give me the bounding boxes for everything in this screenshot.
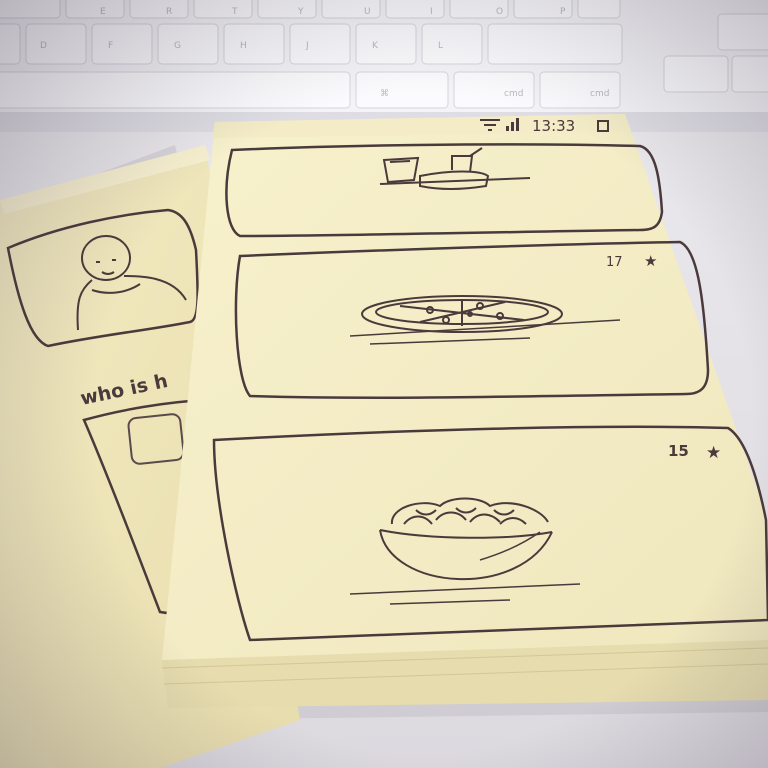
- svg-text:J: J: [305, 41, 309, 51]
- svg-text:cmd: cmd: [590, 89, 609, 99]
- card-3-rating: 15: [668, 442, 689, 460]
- svg-text:⌘: ⌘: [380, 89, 389, 99]
- svg-text:U: U: [364, 7, 371, 17]
- svg-text:★: ★: [644, 252, 657, 270]
- keyboard: FGH JKL D ERT YUI OP cmdcmd ⌘: [0, 0, 768, 132]
- svg-text:P: P: [560, 7, 566, 17]
- photo-scene: FGH JKL D ERT YUI OP cmdcmd ⌘ who is h 1…: [0, 0, 768, 768]
- svg-text:H: H: [240, 41, 247, 51]
- svg-text:I: I: [430, 7, 433, 17]
- card-2-rating: 17: [606, 255, 623, 270]
- svg-text:Y: Y: [297, 7, 304, 17]
- svg-text:D: D: [40, 41, 47, 51]
- svg-text:G: G: [174, 41, 181, 51]
- svg-text:cmd: cmd: [504, 89, 523, 99]
- status-time: 13:33: [532, 117, 575, 135]
- svg-text:★: ★: [706, 443, 721, 463]
- svg-text:L: L: [438, 41, 443, 51]
- svg-text:R: R: [166, 7, 172, 17]
- svg-text:O: O: [496, 7, 503, 17]
- svg-text:T: T: [231, 7, 238, 17]
- svg-text:F: F: [108, 41, 113, 51]
- svg-text:E: E: [100, 7, 106, 17]
- star-icon: ★: [706, 443, 721, 463]
- star-icon: ★: [644, 252, 657, 270]
